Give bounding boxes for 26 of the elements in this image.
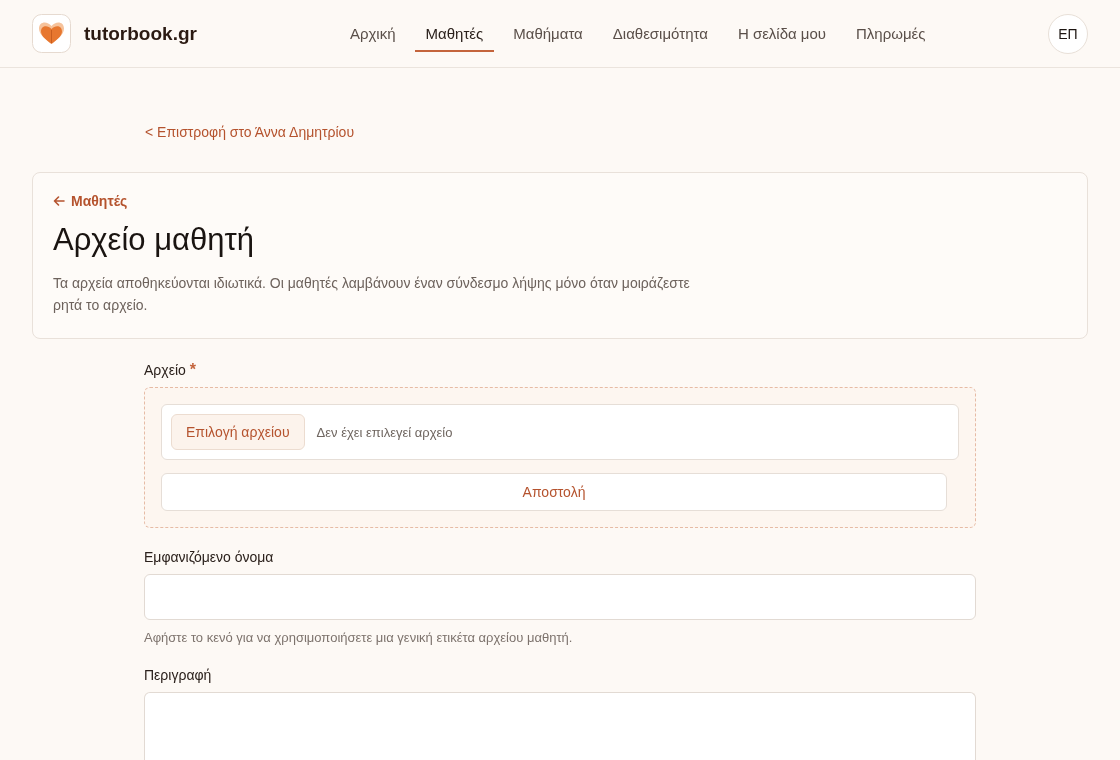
arrow-left-icon <box>53 196 65 206</box>
page-title: Αρχείο μαθητή <box>53 222 254 258</box>
file-picker[interactable]: Επιλογή αρχείου Δεν έχει επιλεγεί αρχείο <box>161 404 959 460</box>
user-avatar[interactable]: ΕΠ <box>1048 13 1088 54</box>
nav-tab[interactable]: Πληρωμές <box>845 15 937 52</box>
nav-tab[interactable]: Η σελίδα μου <box>726 15 838 52</box>
upload-dropzone[interactable]: Επιλογή αρχείου Δεν έχει επιλεγεί αρχείο Αποστολή <box>144 387 976 528</box>
logo-icon <box>32 14 71 53</box>
text-input[interactable] <box>144 574 976 620</box>
required-asterisk: * <box>189 361 197 379</box>
file-status-text: Δεν έχει επιλεγεί αρχείο <box>316 424 453 440</box>
field-label: Αρχείο <box>144 361 186 379</box>
page-description: Τα αρχεία αποθηκεύονται ιδιωτικά. Οι μαθητές λαμβάνουν έναν σύνδεσμο λήψης μόνο όταν μοιράζεστε ρητά το αρχείο. <box>53 274 691 315</box>
back-link[interactable]: < Επιστροφή στο Άννα Δημητρίου <box>144 124 355 140</box>
breadcrumb-link[interactable]: Μαθητές <box>53 192 128 210</box>
textarea-input[interactable] <box>144 692 976 760</box>
brand-name[interactable]: tutorbook.gr <box>84 22 197 45</box>
nav-tab[interactable]: Διαθεσιμότητα <box>601 15 719 52</box>
field-label: Περιγραφή <box>144 666 212 684</box>
help-text: Αφήστε το κενό για να χρησιμοποιήσετε μια γενική ετικέτα αρχείου μαθητή. <box>144 629 573 646</box>
upload-button[interactable]: Αποστολή <box>161 473 947 511</box>
nav-tab[interactable]: Μαθητές <box>414 15 495 52</box>
choose-file-button[interactable]: Επιλογή αρχείου <box>171 414 305 450</box>
nav-tab[interactable]: Μαθήματα <box>502 15 594 52</box>
field-label: Εμφανιζόμενο όνομα <box>144 548 274 566</box>
nav-tab[interactable]: Αρχική <box>338 15 407 52</box>
